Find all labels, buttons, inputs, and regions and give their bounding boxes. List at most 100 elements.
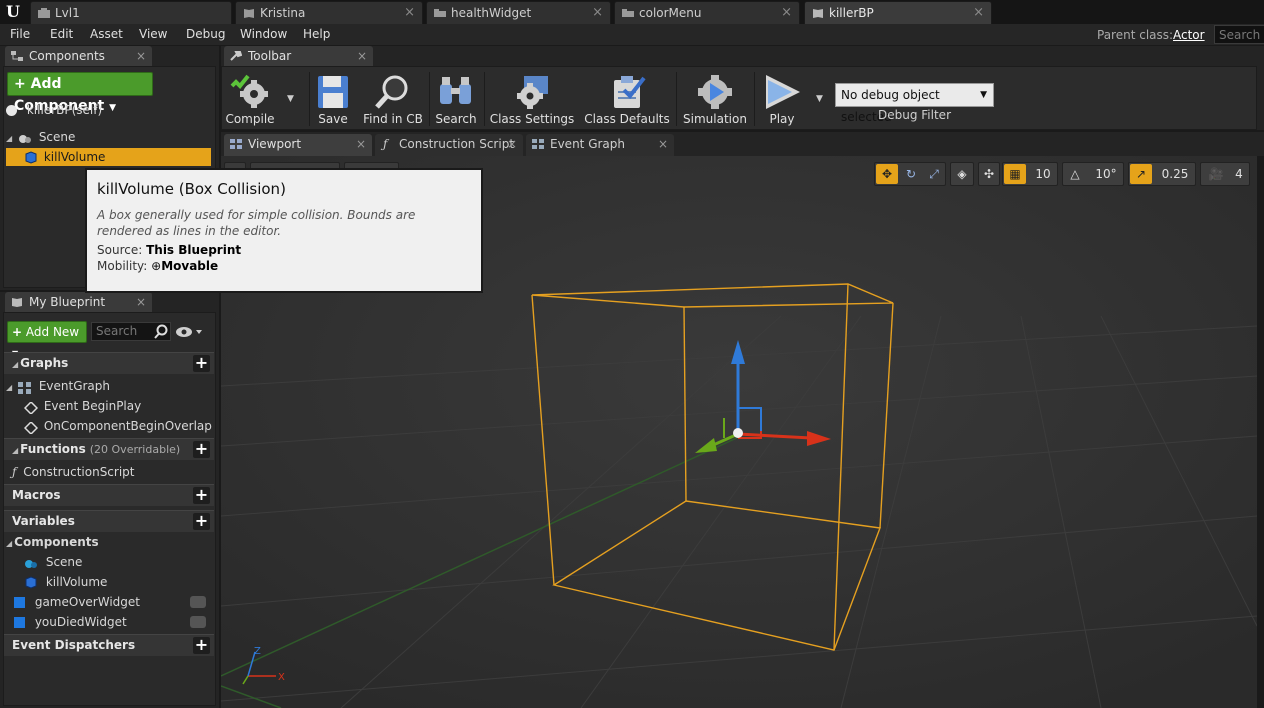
visibility-toggle-icon[interactable] xyxy=(190,616,206,628)
variable-item-killvolume[interactable]: killVolume xyxy=(24,573,212,591)
menu-help[interactable]: Help xyxy=(303,27,330,41)
expand-arrow-icon: ◢ xyxy=(6,539,13,548)
doc-tab-healthwidget[interactable]: healthWidget × xyxy=(426,1,611,24)
close-icon[interactable]: × xyxy=(136,292,146,312)
debug-object-select[interactable]: No debug object selected ▼ xyxy=(835,83,994,124)
widget-icon xyxy=(622,9,634,17)
compile-gear-icon xyxy=(230,74,268,108)
scale-mode-icon[interactable]: ⤢ xyxy=(923,163,945,185)
class-settings-button[interactable]: Class Settings xyxy=(488,72,576,128)
grid-snap-group[interactable]: ▦ 10 xyxy=(1002,162,1058,186)
search-icon[interactable] xyxy=(153,324,169,340)
doc-tab-colormenu[interactable]: colorMenu × xyxy=(614,1,800,24)
translate-mode-icon[interactable]: ✥ xyxy=(876,164,898,184)
doc-tab-killerbp[interactable]: killerBP × xyxy=(804,1,992,24)
rotation-snap-group[interactable]: △ 10° xyxy=(1062,162,1124,186)
event-item-beginplay[interactable]: Event BeginPlay xyxy=(23,397,212,415)
parent-class-link[interactable]: Actor xyxy=(1173,28,1205,42)
camera-speed-group[interactable]: 🎥 4 xyxy=(1200,162,1250,186)
add-graph-button[interactable]: + xyxy=(193,355,210,372)
menu-file[interactable]: File xyxy=(10,27,30,41)
macros-section-header[interactable]: Macros + xyxy=(4,484,214,506)
add-macro-button[interactable]: + xyxy=(193,487,210,504)
doc-tab-label: Kristina xyxy=(260,6,306,20)
doc-tab-kristina[interactable]: Kristina × xyxy=(235,1,423,24)
search-label: Search xyxy=(435,112,477,126)
components-tab[interactable]: Components × xyxy=(5,46,152,66)
my-blueprint-tab[interactable]: My Blueprint × xyxy=(5,292,152,312)
add-dispatcher-button[interactable]: + xyxy=(193,637,210,654)
close-icon[interactable]: × xyxy=(136,46,146,66)
close-icon[interactable]: × xyxy=(357,46,367,66)
unreal-logo-icon[interactable]: U xyxy=(2,1,24,23)
variables-section-header[interactable]: Variables + xyxy=(4,510,214,532)
close-icon[interactable]: × xyxy=(592,2,603,24)
add-variable-button[interactable]: + xyxy=(193,513,210,530)
event-dispatchers-section-header[interactable]: Event Dispatchers + xyxy=(4,634,214,656)
tooltip-source-value: This Blueprint xyxy=(146,243,242,257)
compile-options-chevron-icon[interactable]: ▼ xyxy=(287,94,294,104)
event-graph-icon xyxy=(17,381,32,394)
expand-arrow-icon: ◢ xyxy=(12,360,19,369)
compile-button[interactable]: Compile xyxy=(224,72,276,128)
chevron-down-icon: ▼ xyxy=(980,90,987,100)
doc-tab-lvl1[interactable]: Lvl1 xyxy=(30,1,232,24)
menu-window[interactable]: Window xyxy=(240,27,287,41)
menu-view[interactable]: View xyxy=(139,27,167,41)
close-icon[interactable]: × xyxy=(507,134,517,155)
top-search-input[interactable]: Search xyxy=(1214,25,1264,44)
visibility-toggle-icon[interactable] xyxy=(190,596,206,608)
scale-snap-group[interactable]: ↗ 0.25 xyxy=(1128,162,1196,186)
rotate-mode-icon[interactable]: ↻ xyxy=(900,163,922,185)
add-component-button[interactable]: + Add Component ▼ xyxy=(7,72,153,114)
tab-construction-script[interactable]: ƒ Construction Script × xyxy=(375,134,523,156)
play-options-chevron-icon[interactable]: ▼ xyxy=(816,94,823,104)
component-item-scene[interactable]: ◢ Scene xyxy=(6,128,211,146)
close-icon[interactable]: × xyxy=(658,134,668,155)
plus-icon: + xyxy=(12,325,23,339)
event-item-overlap[interactable]: OnComponentBeginOverlap xyxy=(23,417,212,435)
eye-icon[interactable] xyxy=(175,325,203,339)
graphs-section-header[interactable]: ◢ Graphs + xyxy=(4,352,214,374)
simulation-button[interactable]: Simulation xyxy=(680,72,750,128)
search-button[interactable]: Search xyxy=(432,72,480,128)
tab-event-graph-label: Event Graph xyxy=(550,137,625,151)
functions-section-header[interactable]: ◢ Functions (20 Overridable) + xyxy=(4,438,214,460)
play-label: Play xyxy=(769,112,795,126)
close-icon[interactable]: × xyxy=(781,2,792,24)
graph-item-eventgraph[interactable]: ◢ EventGraph xyxy=(6,377,211,395)
menu-asset[interactable]: Asset xyxy=(90,27,123,41)
function-item-construction-script[interactable]: ƒ ConstructionScript xyxy=(12,463,212,481)
variable-item-scene[interactable]: Scene xyxy=(24,553,212,571)
find-in-cb-button[interactable]: Find in CB xyxy=(361,72,425,128)
add-new-button[interactable]: + Add New ▼ xyxy=(7,321,87,358)
class-defaults-button[interactable]: Class Defaults xyxy=(582,72,672,128)
event-dispatchers-label: Event Dispatchers xyxy=(12,638,136,652)
scale-snap-value: 0.25 xyxy=(1161,167,1189,181)
floppy-disk-icon xyxy=(318,76,348,108)
component-tooltip: killVolume (Box Collision) A box general… xyxy=(85,168,483,293)
axis-z-label: Z xyxy=(254,646,261,657)
variable-item-youdiedwidget[interactable]: youDiedWidget xyxy=(14,613,212,631)
close-icon[interactable]: × xyxy=(356,134,366,155)
play-button[interactable]: Play xyxy=(758,72,806,128)
tab-event-graph[interactable]: Event Graph × xyxy=(526,134,674,156)
event-item-label: Event BeginPlay xyxy=(43,399,142,413)
surface-snap-icon[interactable]: ✣ xyxy=(978,162,1000,186)
widget-icon xyxy=(434,9,446,17)
variable-item-gameoverwidget[interactable]: gameOverWidget xyxy=(14,593,212,611)
menu-edit[interactable]: Edit xyxy=(50,27,73,41)
tab-viewport[interactable]: Viewport × xyxy=(224,134,372,156)
menu-debug[interactable]: Debug xyxy=(186,27,225,41)
close-icon[interactable]: × xyxy=(404,2,415,24)
add-function-button[interactable]: + xyxy=(193,441,210,458)
tooltip-mobility-label: Mobility: xyxy=(97,259,148,273)
save-button[interactable]: Save xyxy=(312,72,354,128)
component-item-killvolume[interactable]: killVolume xyxy=(6,148,211,166)
scene-icon xyxy=(18,132,32,144)
world-local-toggle-icon[interactable]: ◈ xyxy=(950,162,974,186)
variable-category-components[interactable]: ◢ Components xyxy=(6,533,211,551)
close-icon[interactable]: × xyxy=(973,2,984,24)
component-item-self[interactable]: killerBP(self) xyxy=(6,101,211,119)
toolbar-tab[interactable]: Toolbar × xyxy=(224,46,373,66)
